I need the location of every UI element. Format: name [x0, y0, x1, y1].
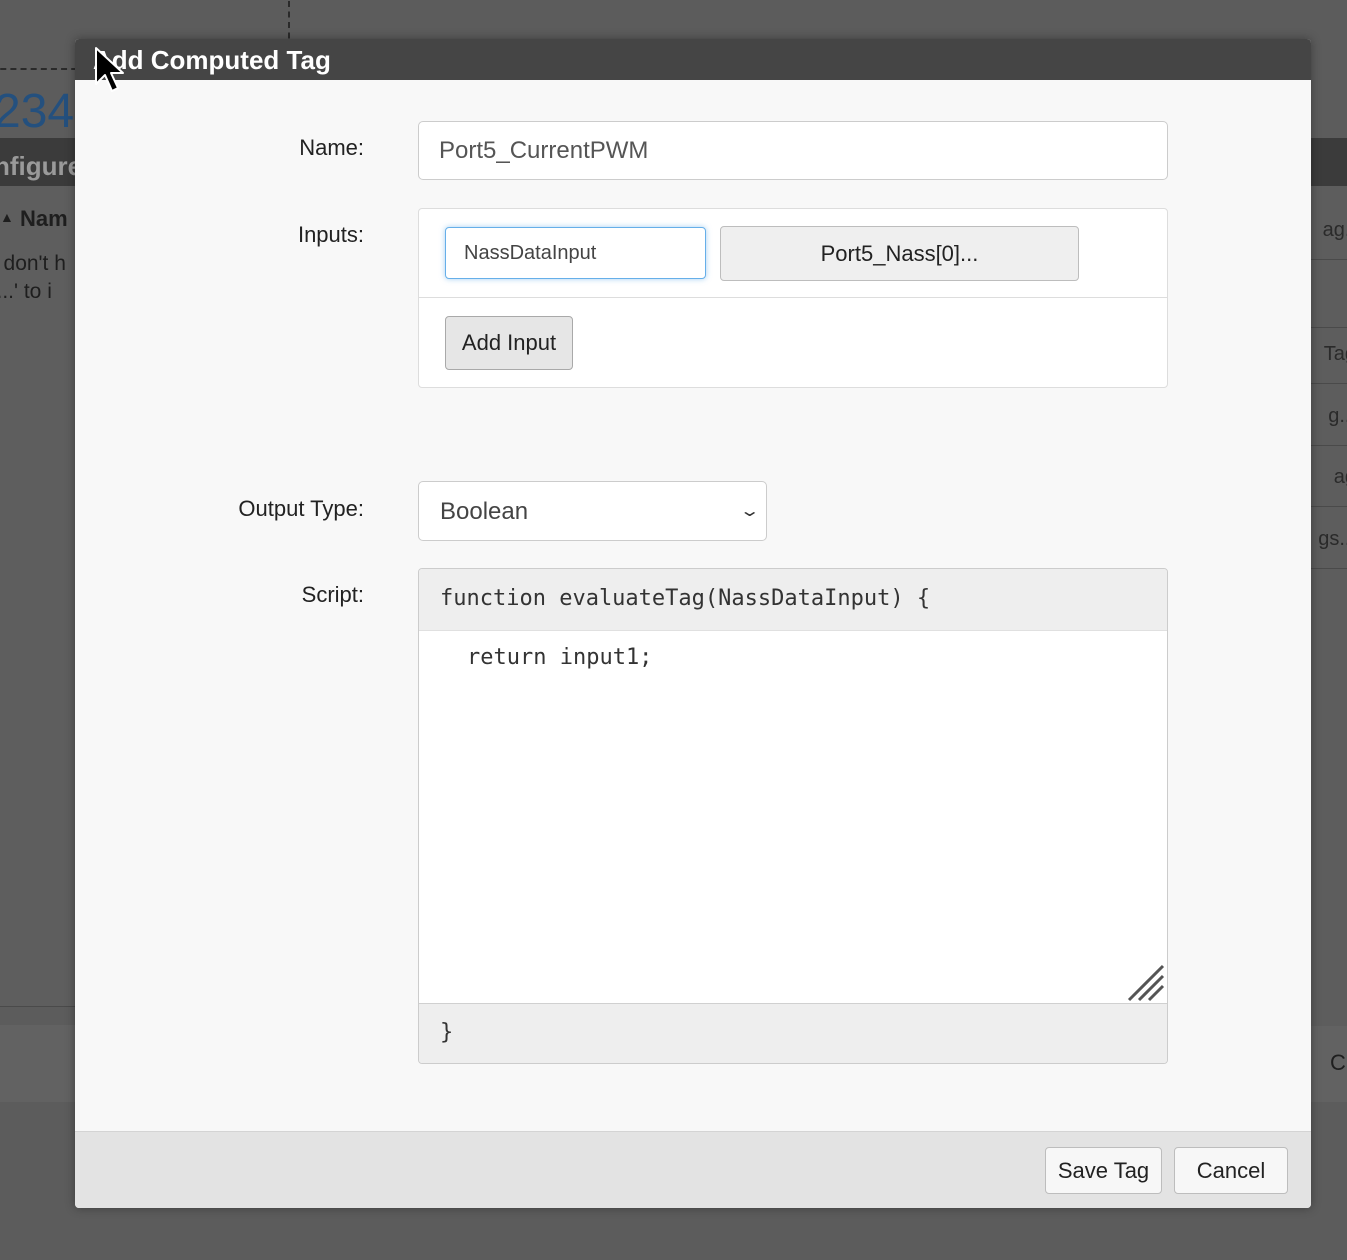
- script-textarea[interactable]: return input1;: [419, 631, 1167, 1003]
- background-number: 234: [0, 85, 75, 138]
- background-empty-message: n don't h s...' to i: [0, 250, 66, 306]
- script-editor: function evaluateTag(NassDataInput) { re…: [418, 568, 1168, 1064]
- dialog-title-bar[interactable]: Add Computed Tag: [75, 39, 1311, 80]
- input-name-field[interactable]: [445, 227, 706, 279]
- output-type-value: Boolean: [440, 498, 529, 525]
- script-label: Script:: [301, 582, 364, 607]
- inputs-label: Inputs:: [297, 222, 364, 247]
- background-column-name: Nam: [19, 206, 68, 231]
- add-input-button[interactable]: Add Input: [445, 316, 573, 370]
- inputs-panel: Port5_Nass[0]... Add Input: [418, 208, 1168, 388]
- save-tag-button[interactable]: Save Tag: [1045, 1147, 1162, 1194]
- background-configure-title: nfigure: [0, 151, 83, 181]
- background-table: [0, 186, 80, 1007]
- dialog-title: Add Computed Tag: [93, 45, 331, 75]
- input-tag-select-button[interactable]: Port5_Nass[0]...: [720, 226, 1079, 281]
- background-empty-line: n don't h: [0, 252, 66, 275]
- add-computed-tag-dialog: Add Computed Tag Name: Inputs: Port5_Nas…: [75, 39, 1311, 1208]
- name-label: Name:: [299, 135, 364, 160]
- output-type-label: Output Type:: [238, 496, 364, 521]
- background-empty-line: s...' to i: [0, 280, 52, 303]
- name-input[interactable]: [418, 121, 1168, 180]
- mouse-cursor-icon: [95, 47, 124, 92]
- script-function-header: function evaluateTag(NassDataInput) {: [419, 569, 1167, 631]
- input-row: Port5_Nass[0]...: [419, 209, 1167, 298]
- resize-handle-icon[interactable]: [1127, 964, 1165, 1002]
- script-function-footer: }: [419, 1003, 1167, 1063]
- output-type-select[interactable]: Boolean ⌄: [418, 481, 767, 541]
- sort-up-icon: ▲: [0, 209, 14, 225]
- background-right-label: C: [1330, 1050, 1346, 1075]
- dialog-footer: Save Tag Cancel: [75, 1131, 1311, 1208]
- background-column-header: ▲ Nam: [0, 206, 68, 232]
- chevron-down-icon: ⌄: [738, 503, 761, 520]
- cancel-button[interactable]: Cancel: [1174, 1147, 1288, 1194]
